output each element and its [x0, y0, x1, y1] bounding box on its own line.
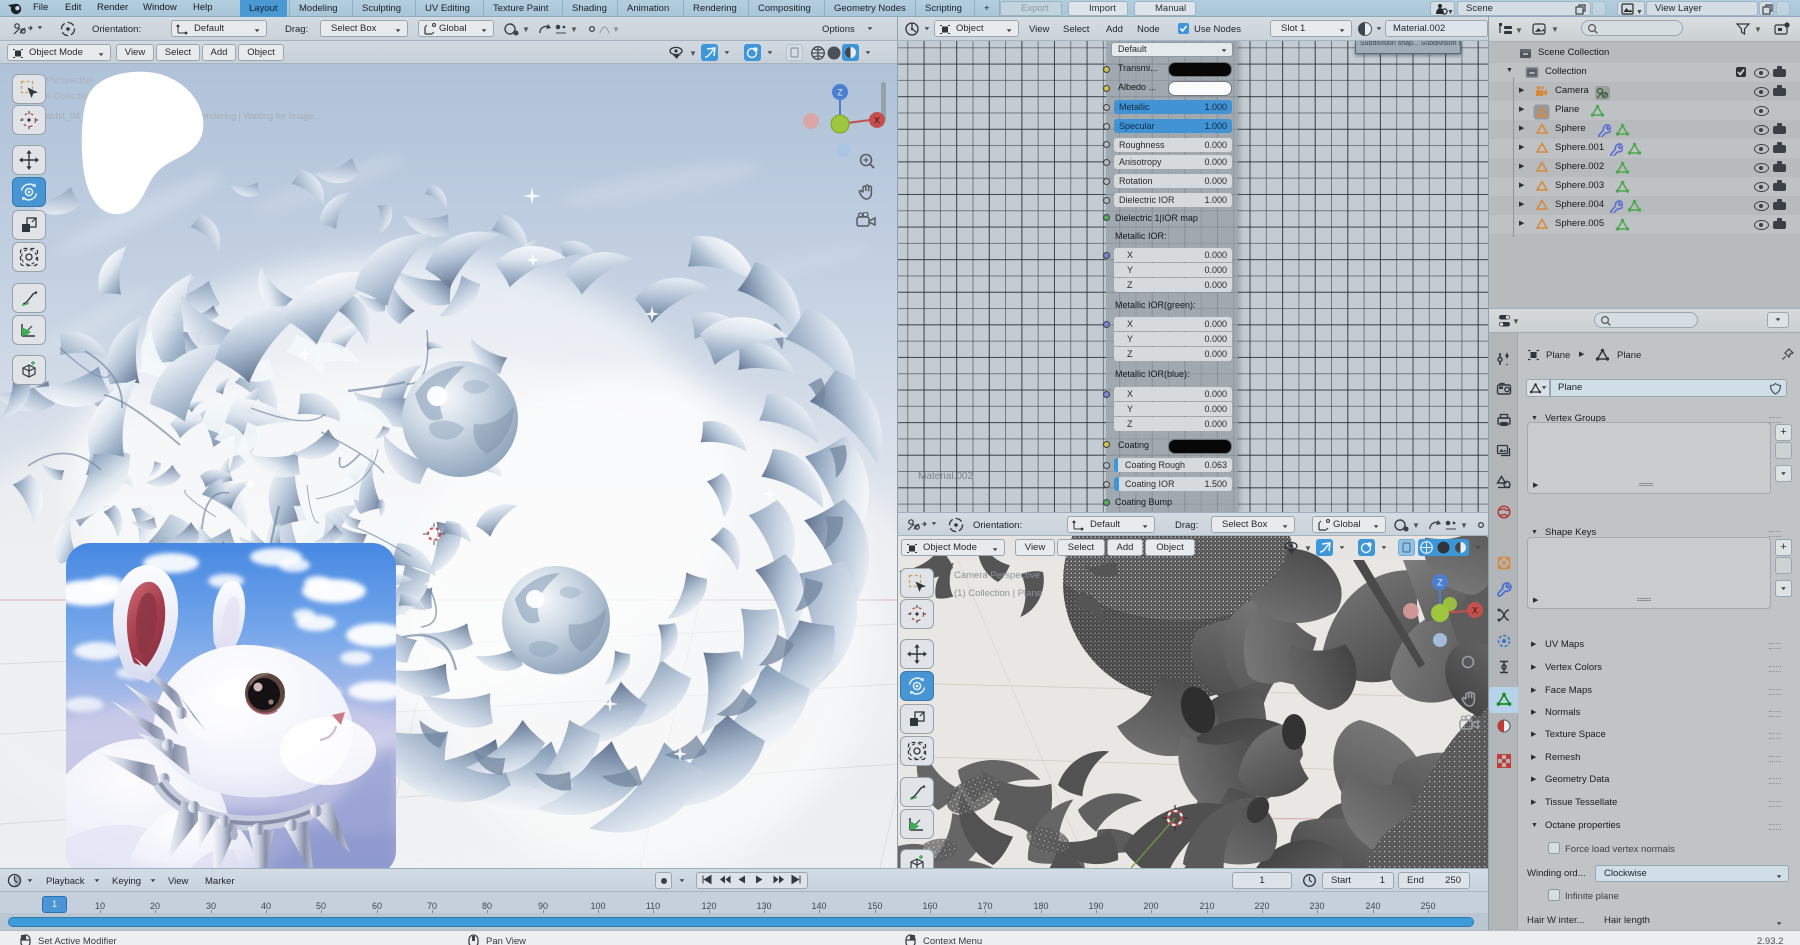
svg-text:▼: ▼ — [1412, 521, 1420, 530]
svg-text:Z: Z — [1437, 578, 1443, 588]
svg-text:▼: ▼ — [1447, 9, 1454, 16]
svg-text:▼: ▼ — [612, 25, 620, 34]
svg-text:X: X — [874, 116, 880, 126]
svg-text:▼: ▼ — [1636, 9, 1643, 16]
svg-text:▼: ▼ — [570, 25, 578, 34]
svg-text:Z: Z — [837, 88, 843, 98]
svg-text:▼: ▼ — [1460, 521, 1468, 530]
svg-text:▼: ▼ — [1515, 26, 1523, 35]
svg-text:▼: ▼ — [1512, 317, 1520, 326]
svg-text:▼: ▼ — [1304, 544, 1311, 553]
svg-text:X: X — [1472, 606, 1478, 616]
svg-text:▼: ▼ — [689, 49, 696, 58]
svg-text:▼: ▼ — [522, 25, 530, 34]
svg-text:▼: ▼ — [1551, 25, 1559, 34]
svg-text:▼: ▼ — [1754, 25, 1762, 34]
